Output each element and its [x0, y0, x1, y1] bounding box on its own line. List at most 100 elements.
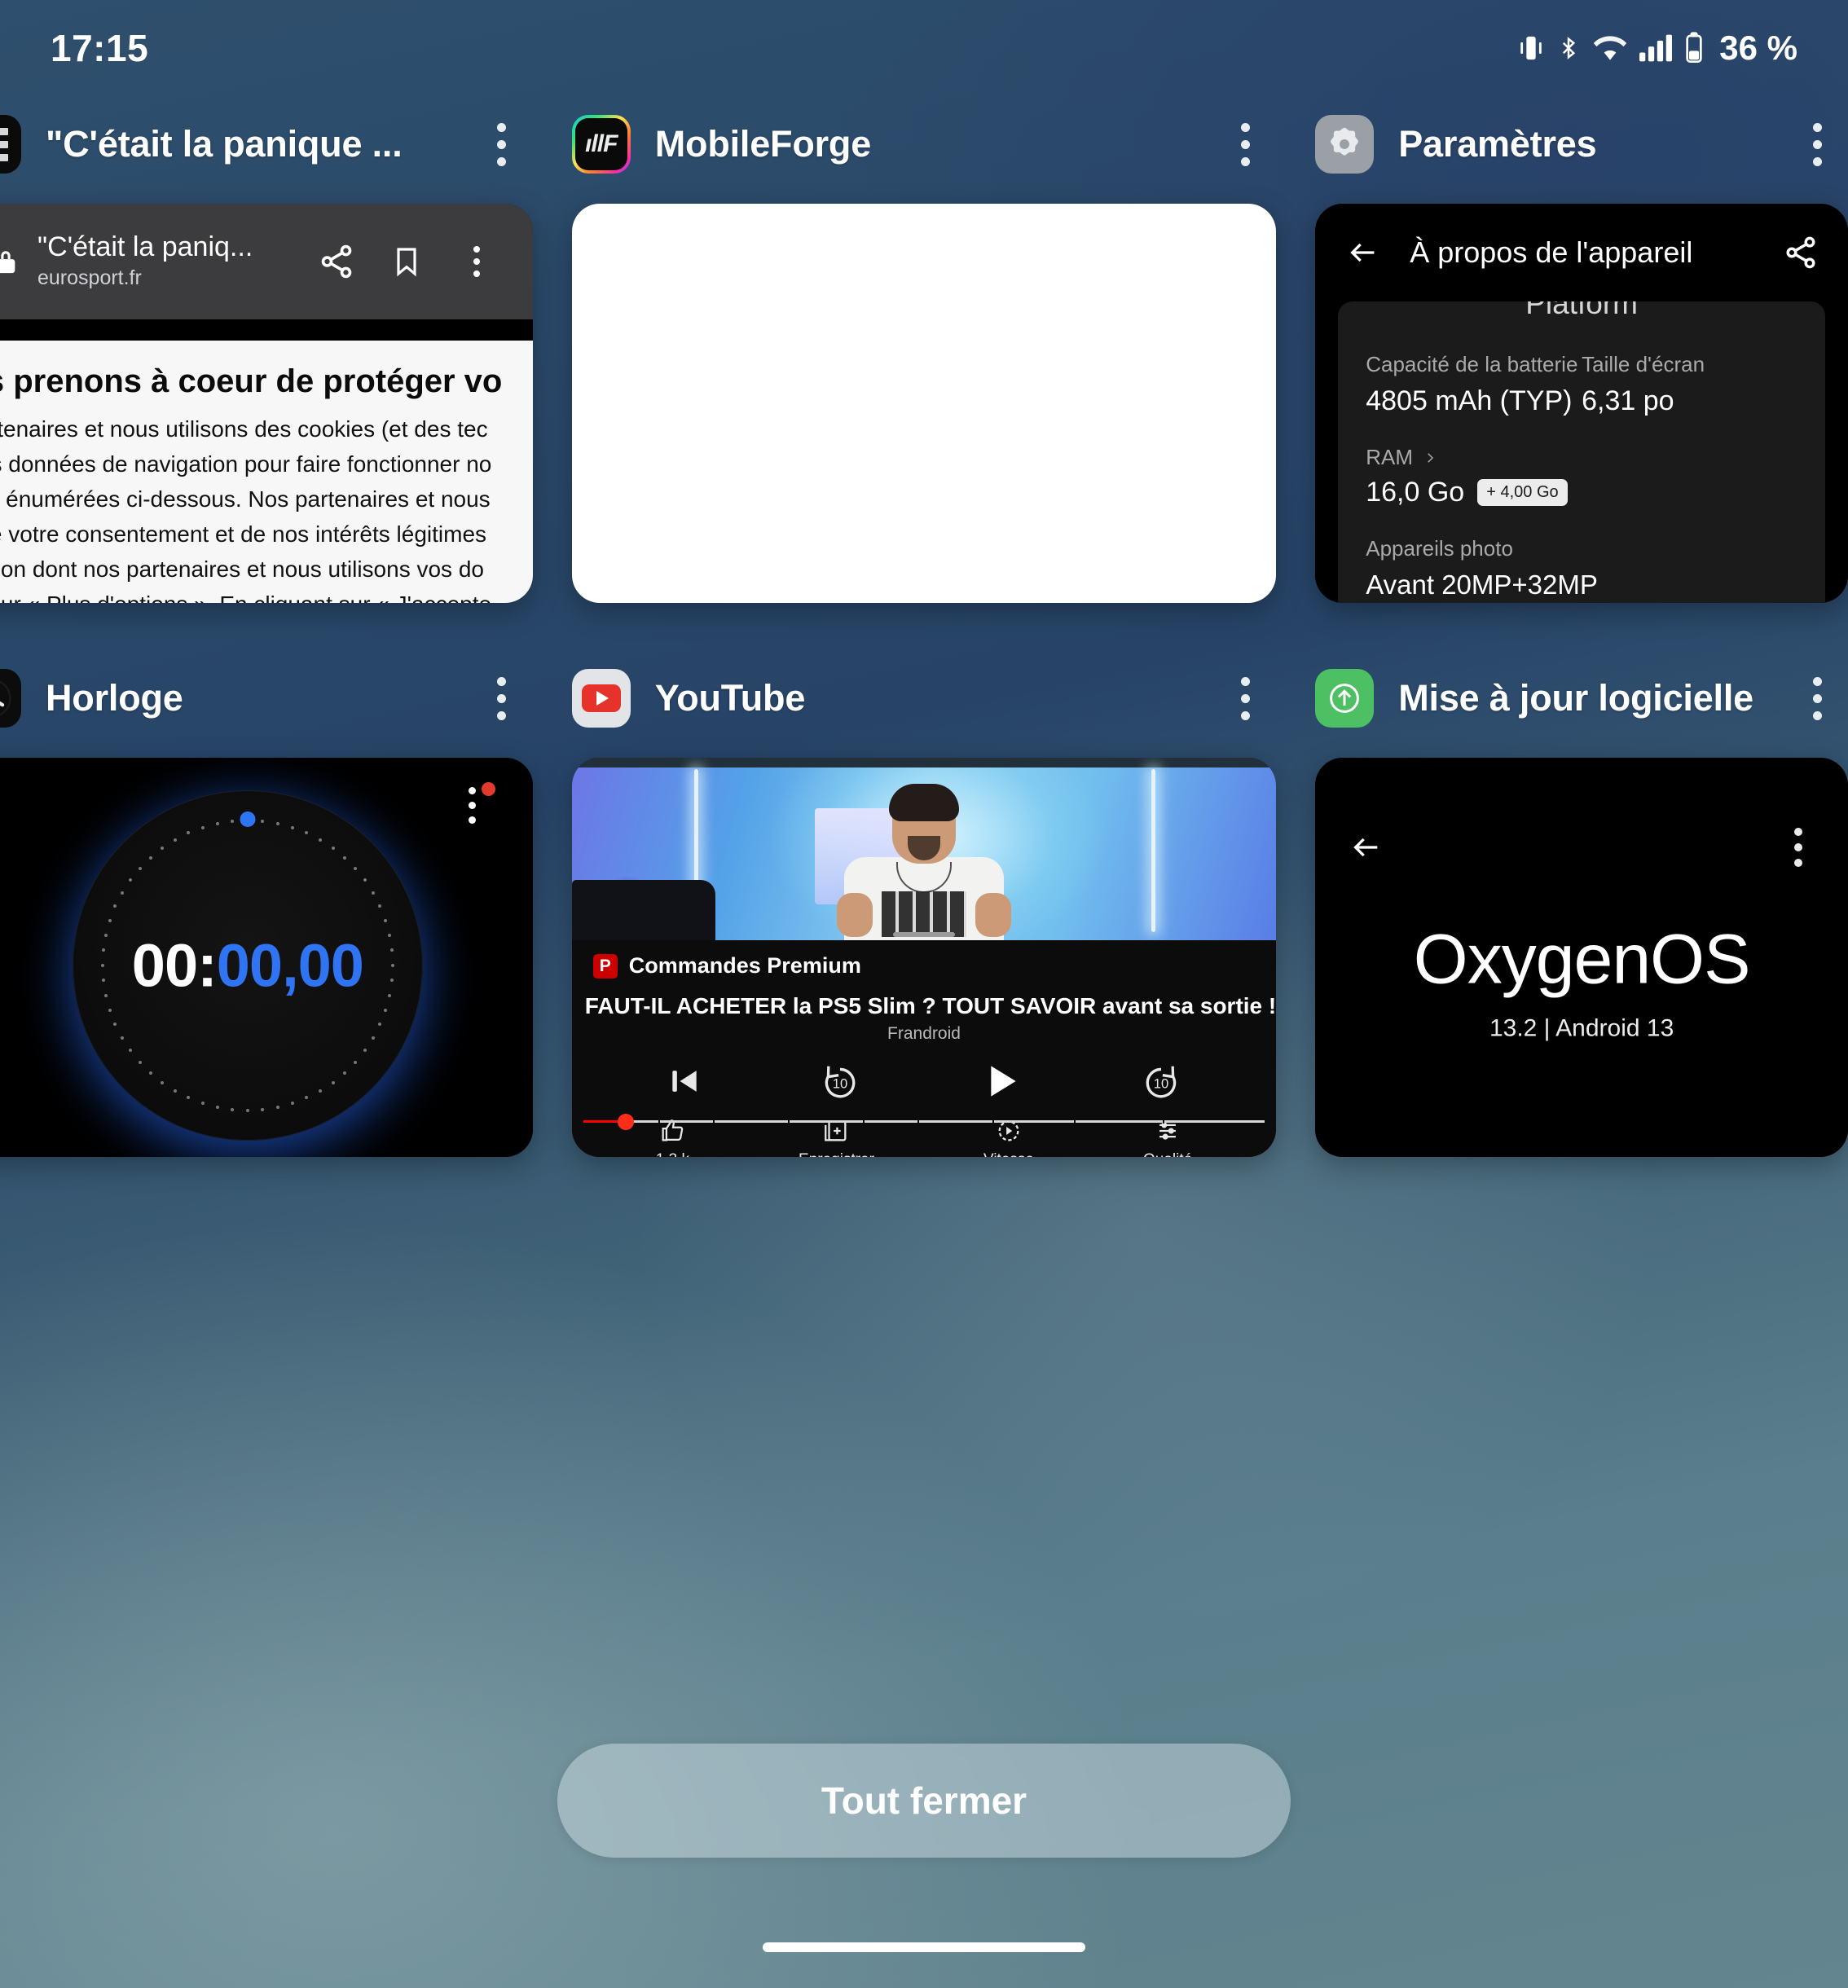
quality-button[interactable]: Qualité [1143, 1117, 1192, 1157]
dial-tick [261, 819, 265, 823]
kebab-menu-icon[interactable] [1219, 115, 1271, 174]
svg-text:10: 10 [1154, 1075, 1169, 1091]
dial-tick [138, 866, 142, 870]
chapter-divider [917, 1119, 919, 1124]
back-arrow-icon[interactable] [1344, 236, 1382, 269]
card-preview[interactable]: À propos de l'appareil Platform Capacité… [1315, 204, 1848, 603]
share-icon[interactable] [1783, 235, 1819, 270]
dial-tick [290, 825, 294, 829]
card-preview[interactable]: "C'était la paniq... eurosport.fr ous pr… [0, 204, 533, 603]
play-icon[interactable] [978, 1058, 1023, 1104]
dial-tick [363, 878, 367, 882]
chevron-right-icon [1428, 452, 1434, 463]
kebab-menu-icon[interactable] [1791, 669, 1843, 728]
browser-overflow-icon[interactable] [442, 246, 512, 277]
speed-label: Vitesse [983, 1151, 1034, 1157]
recent-card-settings[interactable]: Paramètres À propos de l'appareil Platfo… [1315, 96, 1848, 603]
ram-label-row: RAM [1366, 445, 1797, 470]
channel-name: Frandroid [887, 1024, 961, 1043]
consent-line: uez sur « Plus d'options ». En cliquant … [0, 591, 533, 603]
close-all-button[interactable]: Tout fermer [557, 1744, 1291, 1858]
bookmark-icon[interactable] [372, 243, 442, 280]
like-button[interactable]: 1,3 k [656, 1117, 689, 1157]
share-icon[interactable] [301, 243, 372, 280]
card-preview[interactable]: P Commandes Premium FAUT-IL ACHETER la P… [571, 758, 1277, 1157]
premium-label: Commandes Premium [628, 953, 861, 978]
quality-label: Qualité [1143, 1151, 1192, 1157]
update-overflow-icon[interactable] [1794, 828, 1802, 867]
like-count: 1,3 k [656, 1151, 689, 1157]
back-arrow-icon[interactable] [1348, 831, 1385, 864]
card-header: ıllF MobileForge [571, 96, 1276, 192]
dial-tick [363, 1049, 367, 1053]
app-title: "C'était la panique ... [46, 123, 403, 165]
kebab-menu-icon[interactable] [1791, 115, 1843, 174]
ram-label: RAM [1366, 445, 1414, 469]
settings-appbar: À propos de l'appareil [1315, 204, 1848, 301]
dial-tick [384, 1008, 388, 1012]
progress-knob[interactable] [618, 1113, 635, 1130]
neon-strip-right [1151, 769, 1156, 932]
url-block[interactable]: "C'était la paniq... eurosport.fr [37, 231, 301, 292]
progress-bar[interactable] [572, 1113, 1276, 1130]
card-preview[interactable]: 00:00,00 [0, 758, 533, 1157]
status-bar-icons: 36 % [1517, 29, 1797, 68]
dial-tick [200, 1102, 205, 1106]
youtube-player: P Commandes Premium FAUT-IL ACHETER la P… [571, 758, 1277, 1157]
dial-tick [161, 1080, 165, 1084]
chapter-divider [862, 1119, 865, 1124]
speed-button[interactable]: Vitesse [983, 1117, 1034, 1157]
os-name: OxygenOS [1413, 920, 1751, 999]
recent-card-software-update[interactable]: Mise à jour logicielle OxygenOS 13.2 | A… [1315, 650, 1848, 1157]
home-indicator[interactable] [763, 1942, 1085, 1952]
consent-line: la façon dont nos partenaires et nous ut… [0, 556, 484, 583]
dial-tick [342, 1071, 346, 1075]
card-preview[interactable]: OxygenOS 13.2 | Android 13 [1315, 758, 1848, 1157]
dial-tick [138, 1060, 142, 1064]
dial-tick [378, 1023, 382, 1027]
stopwatch-overflow-icon[interactable] [468, 787, 476, 824]
svg-text:10: 10 [833, 1075, 848, 1091]
battery-capacity-label: Capacité de la batterie [1366, 352, 1578, 376]
software-update-icon [1315, 669, 1375, 728]
previous-icon[interactable] [667, 1063, 702, 1099]
kebab-menu-icon[interactable] [1219, 669, 1271, 728]
spec-row-battery-screen: Capacité de la batterie 4805 mAh (TYP) T… [1366, 352, 1797, 417]
dial-tick [173, 1089, 177, 1093]
video-frame[interactable] [571, 758, 1277, 940]
ram-extension-badge: + 4,00 Go [1477, 479, 1568, 506]
dial-tick [389, 979, 394, 983]
recent-card-clock[interactable]: Horloge 00:00,00 [0, 650, 533, 1157]
rewind-10-icon[interactable]: 10 [820, 1061, 860, 1102]
battery-icon [1686, 32, 1702, 63]
spec-ram[interactable]: RAM 16,0 Go + 4,00 Go [1366, 445, 1797, 508]
recent-card-youtube[interactable]: YouTube P Commandes Premium FAUT-IL ACHE… [571, 650, 1277, 1157]
consent-line: alités énumérées ci-dessous. Nos partena… [0, 486, 491, 512]
dial-tick [354, 1060, 358, 1064]
dial-tick [161, 846, 165, 850]
ram-value: 16,0 Go [1366, 477, 1465, 508]
dial-tick [113, 904, 117, 908]
dial-tick [128, 878, 132, 882]
card-preview[interactable] [571, 204, 1277, 603]
stopwatch-time: 00:00,00 [132, 930, 364, 1000]
dial-tick [103, 993, 108, 997]
dial-tick [103, 933, 108, 937]
recent-card-browser[interactable]: "C'était la panique ... "C'était la pani… [0, 96, 533, 603]
consent-line: se de votre consentement et de nos intér… [0, 521, 487, 548]
kebab-menu-icon[interactable] [476, 669, 528, 728]
kebab-menu-icon[interactable] [476, 115, 528, 174]
dial-tick [318, 1089, 322, 1093]
consent-body: s partenaires et nous utilisons des cook… [0, 416, 533, 603]
close-all-container: Tout fermer [0, 1744, 1848, 1858]
dial-tick [187, 831, 191, 835]
stopwatch-dial[interactable]: 00:00,00 [72, 789, 423, 1141]
recent-card-mobileforge[interactable]: ıllF MobileForge [571, 96, 1277, 603]
dial-tick [128, 1049, 132, 1053]
status-bar: 17:15 36 % [0, 0, 1848, 96]
forward-10-icon[interactable]: 10 [1141, 1061, 1181, 1102]
dial-tick [215, 1105, 219, 1109]
row-gap [0, 603, 1848, 650]
stopwatch-indicator-dot [240, 811, 256, 827]
status-bar-clock: 17:15 [51, 27, 149, 69]
